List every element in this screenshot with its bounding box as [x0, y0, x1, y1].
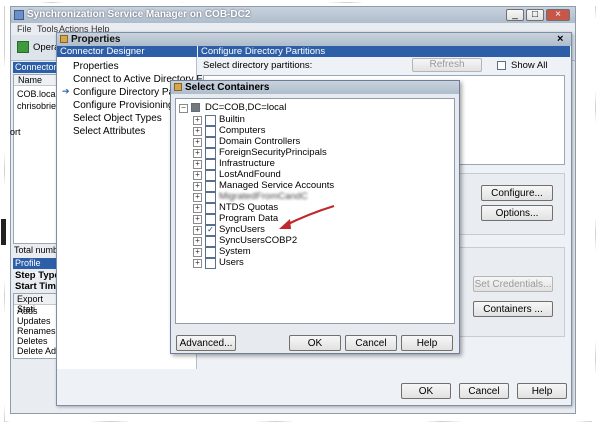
expand-icon[interactable]: +	[193, 182, 202, 191]
tree-item-label: Computers	[219, 125, 266, 136]
menu-tools[interactable]: Tools	[37, 24, 58, 34]
menu-file[interactable]: File	[17, 24, 32, 34]
expand-icon[interactable]: +	[193, 226, 202, 235]
main-title-bar: Synchronization Service Manager on COB-D…	[11, 7, 575, 23]
expand-icon[interactable]: +	[193, 248, 202, 257]
main-window-title: Synchronization Service Manager on COB-D…	[27, 9, 251, 20]
expand-icon[interactable]: +	[193, 138, 202, 147]
table-row[interactable]: COB.local	[17, 89, 58, 99]
list-item: Adds	[17, 306, 38, 316]
tree-item-label: SyncUsersCOBP2	[219, 235, 298, 246]
set-credentials-button[interactable]: Set Credentials...	[473, 276, 553, 292]
properties-help-button[interactable]: Help	[517, 383, 567, 399]
expand-icon[interactable]: +	[193, 127, 202, 136]
expand-icon[interactable]: +	[193, 171, 202, 180]
options-button[interactable]: Options...	[481, 205, 553, 221]
advanced-button[interactable]: Advanced...	[176, 335, 236, 351]
nav-select-attributes[interactable]: Select Attributes	[73, 126, 145, 137]
app-icon	[14, 10, 24, 20]
connectors-grid: Name COB.local chrisobrien.c ort	[10, 74, 68, 244]
profile-name-label: Profile Name:	[13, 258, 59, 279]
properties-icon	[60, 35, 68, 43]
expand-icon[interactable]: +	[193, 193, 202, 202]
container-checkbox[interactable]	[205, 126, 216, 137]
nav-select-object-types[interactable]: Select Object Types	[73, 113, 162, 124]
container-checkbox[interactable]	[205, 170, 216, 181]
collapse-icon[interactable]: −	[179, 104, 188, 113]
left-edge-marker	[1, 219, 6, 245]
select-containers-title-bar: Select Containers	[171, 81, 459, 94]
tree-item-label: Domain Controllers	[219, 136, 301, 147]
containers-cancel-button[interactable]: Cancel	[345, 335, 397, 351]
container-checkbox[interactable]	[205, 181, 216, 192]
properties-title-bar: Properties ×	[57, 33, 571, 46]
panel-header: Configure Directory Partitions	[198, 46, 570, 57]
container-checkbox[interactable]: ✓	[205, 225, 216, 236]
containers-ok-button[interactable]: OK	[289, 335, 341, 351]
export-stats-grid: Export Stati Adds Updates Renames Delete…	[13, 293, 66, 359]
container-checkbox[interactable]	[205, 214, 216, 225]
container-checkbox[interactable]	[205, 115, 216, 126]
container-checkbox[interactable]	[205, 236, 216, 247]
containers-button[interactable]: Containers ...	[473, 301, 553, 317]
list-item: Updates	[17, 316, 51, 326]
current-step-arrow-icon: ➔	[62, 86, 70, 96]
root-checkbox[interactable]	[191, 103, 200, 112]
tree-item-label: SyncUsers	[219, 224, 265, 235]
list-item: Renames	[17, 326, 56, 336]
container-checkbox[interactable]	[205, 247, 216, 258]
properties-close-icon[interactable]: ×	[557, 33, 563, 45]
select-partitions-label: Select directory partitions:	[203, 60, 313, 71]
close-icon[interactable]: ×	[546, 9, 570, 21]
select-containers-title: Select Containers	[185, 82, 270, 93]
expand-icon[interactable]: +	[193, 259, 202, 268]
container-checkbox[interactable]	[205, 137, 216, 148]
nav-properties[interactable]: Properties	[73, 61, 119, 72]
operations-icon	[17, 41, 29, 53]
expand-icon[interactable]: +	[193, 160, 202, 169]
expand-icon[interactable]: +	[193, 204, 202, 213]
container-checkbox[interactable]	[205, 148, 216, 159]
expand-icon[interactable]: +	[193, 215, 202, 224]
tree-item-label: System	[219, 246, 251, 257]
container-checkbox[interactable]	[205, 192, 216, 203]
refresh-button[interactable]: Refresh	[412, 58, 482, 72]
tree-item-label: ForeignSecurityPrincipals	[219, 147, 327, 158]
dialog-icon	[174, 83, 182, 91]
side-fragment: ort	[10, 127, 21, 137]
root-label: DC=COB,DC=local	[205, 102, 287, 113]
maximize-button[interactable]: □	[526, 9, 544, 21]
expand-icon[interactable]: +	[193, 149, 202, 158]
container-checkbox[interactable]	[205, 203, 216, 214]
container-checkbox[interactable]	[205, 258, 216, 269]
tree-item-label: LostAndFound	[219, 169, 281, 180]
minimize-button[interactable]: _	[506, 9, 524, 21]
connectors-tab[interactable]: Connectors	[13, 62, 61, 73]
properties-cancel-button[interactable]: Cancel	[459, 383, 509, 399]
tree-item-label: Users	[219, 257, 244, 268]
tree-item-label: MigratedFromCandC	[219, 191, 308, 202]
tree-item-label: Infrastructure	[219, 158, 275, 169]
expand-icon[interactable]: +	[193, 116, 202, 125]
container-checkbox[interactable]	[205, 159, 216, 170]
configure-button[interactable]: Configure...	[481, 185, 553, 201]
containers-help-button[interactable]: Help	[401, 335, 453, 351]
list-item: Deletes	[17, 336, 48, 346]
connector-designer-header: Connector Designer	[57, 46, 197, 57]
export-stats-header: Export Stati	[14, 294, 58, 314]
properties-ok-button[interactable]: OK	[401, 383, 451, 399]
tree-item-label: Managed Service Accounts	[219, 180, 335, 191]
expand-icon[interactable]: +	[193, 237, 202, 246]
properties-title: Properties	[71, 34, 121, 45]
tree-item-label: Builtin	[219, 114, 245, 125]
show-all-label: Show All	[511, 60, 548, 71]
show-all-checkbox[interactable]	[497, 61, 506, 70]
annotation-arrow-icon	[279, 204, 335, 229]
grid-header-name: Name	[14, 75, 58, 86]
